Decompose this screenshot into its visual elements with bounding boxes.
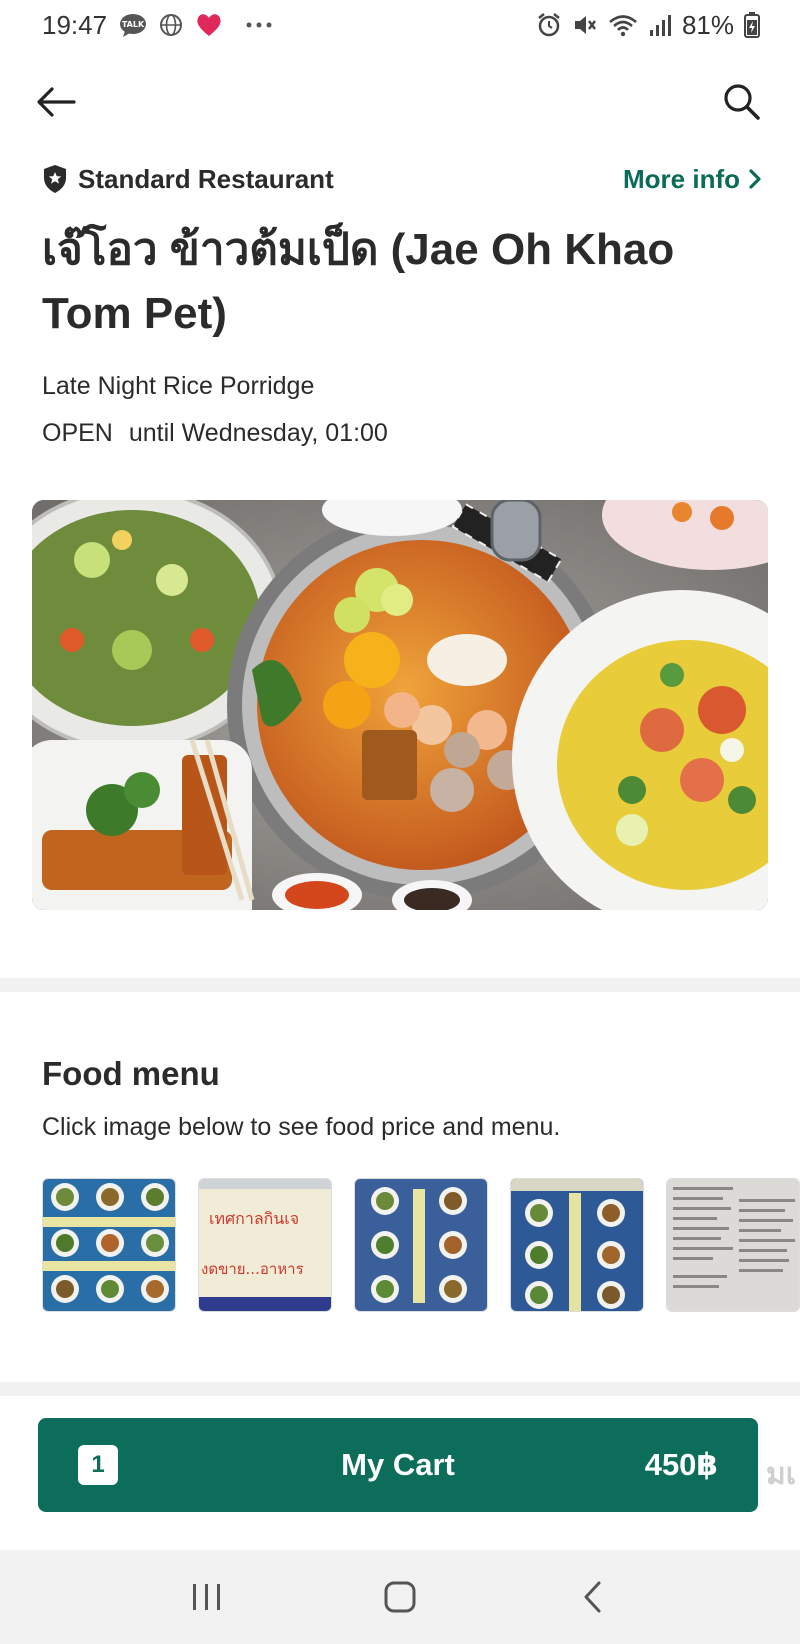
home-button[interactable] xyxy=(370,1567,430,1627)
menu-thumbnail[interactable] xyxy=(666,1178,800,1312)
svg-text:TALK: TALK xyxy=(122,20,145,29)
signal-icon xyxy=(648,12,672,38)
section-divider xyxy=(0,1382,800,1396)
food-menu-section: Food menu Click image below to see food … xyxy=(42,1055,800,1312)
status-left: 19:47 TALK xyxy=(42,10,273,41)
restaurant-name: เจ๊โอว ข้าวต้มเป็ด (Jae Oh Khao Tom Pet) xyxy=(42,225,675,338)
tier-row: Standard Restaurant More info xyxy=(42,158,762,200)
search-button[interactable] xyxy=(716,78,768,126)
cart-count-badge: 1 xyxy=(78,1445,118,1485)
thumbnail-text-1: เทศกาลกินเจ xyxy=(209,1209,300,1228)
chevron-right-icon xyxy=(749,169,761,189)
open-status: OPEN xyxy=(42,419,113,447)
back-icon xyxy=(584,1581,601,1613)
more-dots-icon xyxy=(245,21,273,29)
talk-icon: TALK xyxy=(119,13,147,37)
top-nav xyxy=(0,70,800,134)
status-time: 19:47 xyxy=(42,9,108,40)
back-button[interactable] xyxy=(30,78,82,126)
peek-text: มเ xyxy=(766,1458,797,1491)
tier-label: Standard Restaurant xyxy=(78,163,334,194)
system-back-button[interactable] xyxy=(563,1567,623,1627)
cart-bar: 1 My Cart 450฿ มเ xyxy=(0,1396,800,1550)
shield-star-icon xyxy=(44,165,66,193)
section-divider xyxy=(0,978,800,992)
recent-apps-icon xyxy=(192,1584,220,1610)
thumbnail-text-2: งดขาย...อาหาร xyxy=(201,1260,304,1278)
more-info-link[interactable]: More info xyxy=(623,164,762,195)
menu-thumbnail[interactable] xyxy=(354,1178,488,1312)
food-menu-title: Food menu xyxy=(42,1055,220,1092)
alarm-icon xyxy=(536,12,562,38)
restaurant-header: Standard Restaurant More info เจ๊โอว ข้า… xyxy=(42,158,762,448)
opening-hours: OPEN until Wednesday, 01:00 xyxy=(42,419,762,448)
cart-price: 450฿ xyxy=(644,1447,718,1482)
food-menu-subtitle: Click image below to see food price and … xyxy=(42,1113,561,1141)
tier-badge: Standard Restaurant xyxy=(42,164,334,195)
heart-icon xyxy=(195,13,223,37)
menu-thumbnail[interactable] xyxy=(510,1178,644,1312)
status-bar: 19:47 TALK 81% xyxy=(0,0,800,50)
my-cart-button[interactable]: 1 My Cart 450฿ xyxy=(38,1418,758,1512)
wifi-icon xyxy=(608,13,638,37)
hours-text: until Wednesday, 01:00 xyxy=(128,419,388,447)
home-icon xyxy=(384,1581,416,1613)
mute-icon xyxy=(572,12,598,38)
battery-icon xyxy=(744,12,760,38)
menu-thumbnail[interactable]: เทศกาลกินเจ งดขาย...อาหาร xyxy=(198,1178,332,1312)
menu-thumbnails: เทศกาลกินเจ งดขาย...อาหาร xyxy=(42,1178,800,1312)
restaurant-hero-image xyxy=(32,500,768,910)
more-info-label: More info xyxy=(623,163,740,194)
arrow-left-icon xyxy=(37,87,76,117)
recent-apps-button[interactable] xyxy=(177,1567,237,1627)
globe-icon xyxy=(159,13,183,37)
search-icon xyxy=(724,84,760,120)
android-nav-bar xyxy=(0,1550,800,1644)
menu-thumbnail[interactable] xyxy=(42,1178,176,1312)
battery-percent: 81% xyxy=(681,9,734,40)
restaurant-category: Late Night Rice Porridge xyxy=(42,372,315,400)
status-right: 81% xyxy=(536,10,760,41)
